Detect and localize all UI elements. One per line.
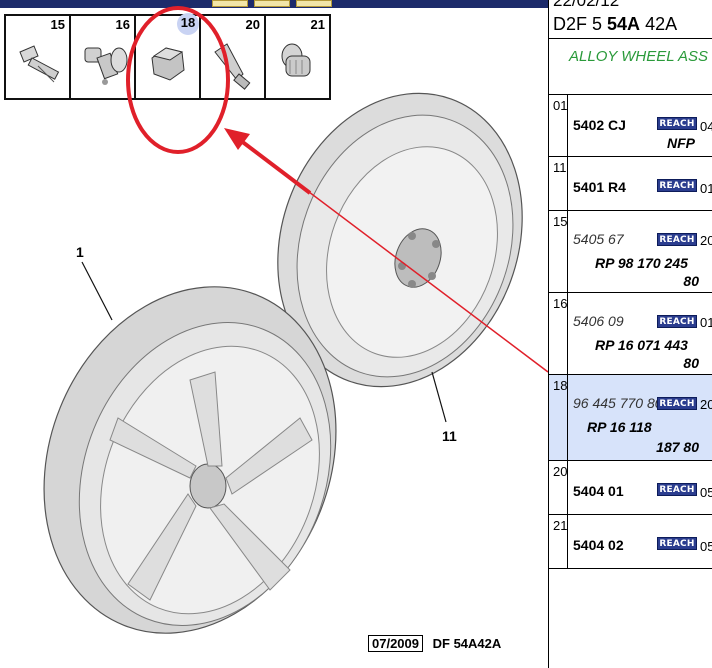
parts-table: 015402 CJREACHNFP04115401 R4REACH0115540…: [549, 94, 712, 569]
part-quantity-code: 20 01: [700, 233, 712, 248]
part-reference[interactable]: 5405 67: [573, 231, 624, 247]
part-sub-reference: RP 16 118: [587, 419, 652, 435]
part-reference[interactable]: 5404 01: [573, 483, 624, 499]
part-sub-reference: NFP: [667, 135, 695, 151]
part-index: 01: [553, 98, 568, 113]
reach-badge: REACH: [657, 537, 697, 550]
diagram-footer: 07/2009 DF 54A42A: [368, 635, 502, 652]
reach-badge: REACH: [657, 483, 697, 496]
part-index: 21: [553, 518, 568, 533]
part-reference[interactable]: 96 445 770 80: [573, 395, 663, 411]
part-index: 20: [553, 464, 568, 479]
arrow-shaft: [230, 132, 312, 195]
part-index: 18: [553, 378, 568, 393]
reach-badge: REACH: [657, 315, 697, 328]
panel-date: 22/02/12: [553, 0, 620, 10]
wheel-illustration: [43, 6, 548, 634]
part-sub-reference-suffix: 80: [683, 273, 699, 289]
parts-diagram: 15 16 18 20 21 1 11 07/2009 DF 54A42A: [0, 0, 548, 668]
part-reference[interactable]: 5402 CJ: [573, 117, 626, 133]
part-row-21[interactable]: 21 5404 02 REACH05: [549, 514, 712, 568]
part-row-16[interactable]: 16 5406 09 REACH RP 16 071 443 80 01 01: [549, 292, 712, 374]
leader-line-1: [81, 261, 113, 321]
leader-line-11: [431, 371, 447, 423]
part-quantity-code: 05: [700, 485, 712, 500]
part-quantity-code: 01 01: [700, 315, 712, 330]
diagram-date: 07/2009: [368, 635, 423, 652]
part-row-18[interactable]: 18 96 445 770 80REACH RP 16 118187 80 20 01: [549, 374, 712, 460]
highlight-circle: [126, 6, 230, 154]
part-index: 15: [553, 214, 568, 229]
part-reference[interactable]: 5401 R4: [573, 179, 626, 195]
panel-title: ALLOY WHEEL ASS: [569, 48, 708, 65]
parts-list-panel: 22/02/12 D2F 5 54A 42A ALLOY WHEEL ASS 0…: [548, 0, 712, 668]
callout-1[interactable]: 1: [76, 244, 84, 260]
part-index: 16: [553, 296, 568, 311]
part-sub-reference: RP 16 071 443: [595, 337, 688, 353]
part-quantity-code: 20 01: [700, 397, 712, 412]
part-row-20[interactable]: 20 5404 01 REACH05: [549, 460, 712, 514]
part-sub-reference-suffix: 80: [683, 355, 699, 371]
part-index: 11: [553, 160, 567, 175]
part-row-15[interactable]: 15 5405 67 REACH RP 98 170 245 80 20 01: [549, 210, 712, 292]
reach-badge: REACH: [657, 233, 697, 246]
panel-code: D2F 5 54A 42A: [553, 14, 678, 34]
part-sub-reference-suffix: 187 80: [656, 439, 699, 455]
part-row-01[interactable]: 01 5402 CJ REACH NFP 04: [549, 94, 712, 156]
part-quantity-code: 05: [700, 539, 712, 554]
reach-badge: REACH: [657, 117, 697, 130]
reach-badge: REACH: [657, 397, 697, 410]
callout-11[interactable]: 11: [442, 428, 457, 444]
diagram-code: DF 54A42A: [432, 636, 502, 651]
reach-badge: REACH: [657, 179, 697, 192]
part-reference[interactable]: 5404 02: [573, 537, 624, 553]
part-quantity-code: 04: [700, 119, 712, 134]
part-sub-reference: RP 98 170 245: [595, 255, 688, 271]
part-quantity-code: 01: [700, 181, 712, 196]
part-row-11[interactable]: 11 5401 R4 REACH01: [549, 156, 712, 210]
part-reference[interactable]: 5406 09: [573, 313, 624, 329]
